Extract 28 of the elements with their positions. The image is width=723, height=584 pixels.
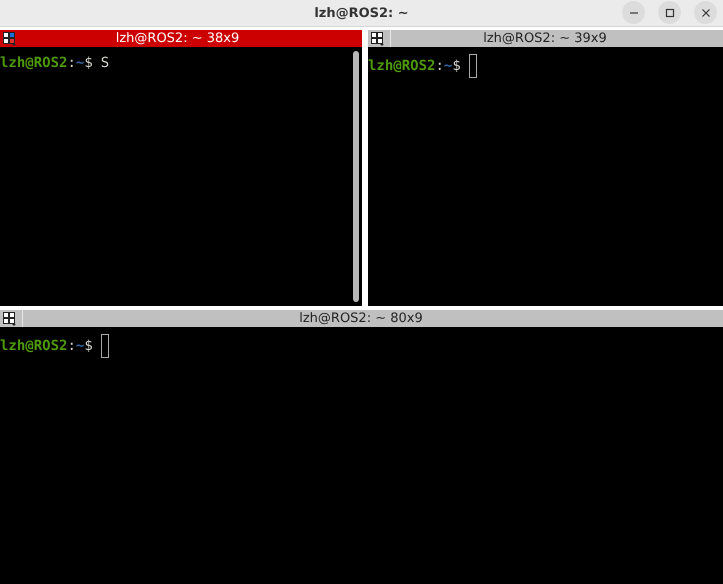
window-title: lzh@ROS2: ~ bbox=[314, 6, 409, 20]
prompt-path: ~ bbox=[76, 337, 84, 355]
close-button[interactable] bbox=[694, 1, 717, 24]
prompt-path: ~ bbox=[444, 57, 452, 75]
prompt-symbol: $ bbox=[84, 337, 93, 355]
prompt-user-host: lzh@ROS2 bbox=[0, 337, 68, 355]
pane-title: lzh@ROS2: ~ 38x9 bbox=[114, 31, 240, 46]
prompt-separator: : bbox=[67, 54, 76, 72]
prompt-symbol: $ bbox=[84, 54, 93, 72]
grid-menu-icon[interactable] bbox=[371, 32, 385, 46]
prompt-user-host: lzh@ROS2 bbox=[0, 54, 68, 72]
minimize-icon bbox=[630, 12, 638, 14]
grid-menu-icon[interactable] bbox=[3, 312, 17, 326]
prompt-separator: : bbox=[67, 337, 76, 355]
command-text: S bbox=[100, 54, 110, 72]
prompt-separator: : bbox=[435, 57, 444, 75]
close-icon bbox=[700, 8, 710, 18]
scrollbar[interactable] bbox=[353, 51, 359, 302]
prompt-user-host: lzh@ROS2 bbox=[368, 57, 436, 75]
text-cursor bbox=[100, 334, 109, 358]
prompt-path: ~ bbox=[76, 54, 84, 72]
pane-title: lzh@ROS2: ~ 80x9 bbox=[298, 311, 424, 326]
prompt-symbol: $ bbox=[452, 57, 461, 75]
pane-title: lzh@ROS2: ~ 39x9 bbox=[482, 31, 608, 46]
maximize-button[interactable] bbox=[658, 1, 681, 24]
maximize-icon bbox=[664, 8, 674, 18]
grid-menu-icon[interactable] bbox=[3, 32, 17, 46]
text-cursor bbox=[468, 54, 477, 78]
